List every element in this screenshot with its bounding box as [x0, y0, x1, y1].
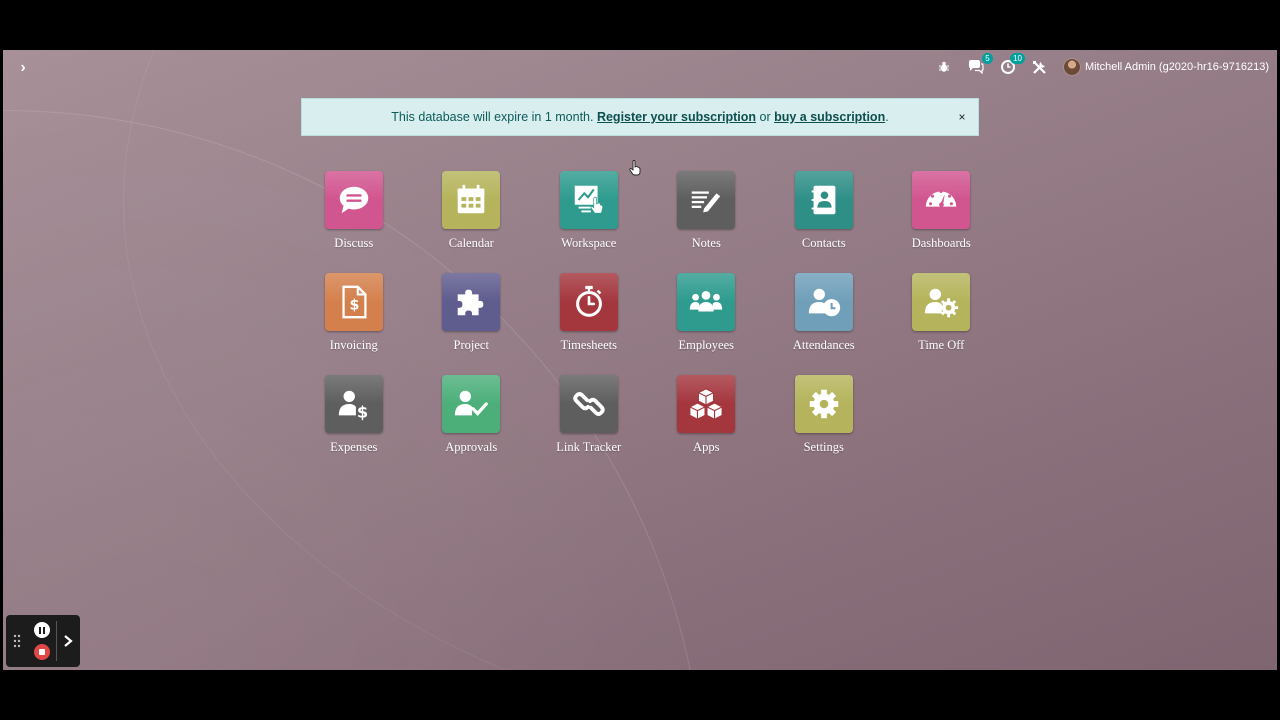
- app-icon-tile: [794, 375, 853, 433]
- avatar: [1062, 58, 1081, 76]
- app-attendances[interactable]: Attendances: [765, 273, 883, 359]
- debug-bug-icon[interactable]: [931, 56, 957, 78]
- app-icon-tile: [912, 273, 971, 331]
- app-icon-tile: $: [324, 375, 383, 433]
- app-icon-tile: [559, 273, 618, 331]
- app-label: Link Tracker: [556, 440, 622, 454]
- app-label: Approvals: [445, 440, 498, 454]
- alert-text-after: .: [885, 110, 889, 124]
- app-settings[interactable]: Settings: [765, 375, 883, 461]
- people-group-icon: [690, 290, 723, 312]
- app-label: Settings: [803, 440, 844, 454]
- calendar-icon: [457, 184, 485, 214]
- stopwatch-icon: [575, 285, 602, 317]
- pause-icon[interactable]: [34, 622, 50, 638]
- app-label: Timesheets: [560, 338, 618, 352]
- app-icon-tile: [677, 375, 736, 433]
- app-icon-tile: [442, 273, 501, 331]
- app-icon-tile: [442, 171, 501, 229]
- app-icon-tile: [559, 171, 618, 229]
- app-expenses[interactable]: $ Expenses: [295, 375, 413, 461]
- cubes-icon: [689, 388, 723, 420]
- link-chain-icon: [573, 392, 605, 416]
- app-label: Calendar: [448, 236, 494, 250]
- app-label: Employees: [678, 338, 735, 352]
- app-approvals[interactable]: Approvals: [413, 375, 531, 461]
- user-gear-icon: [925, 288, 959, 318]
- app-workspace[interactable]: Workspace: [530, 171, 648, 257]
- systray: 5 10 Mitchell Admin (g2020-hr16-9716213): [925, 53, 1269, 78]
- app-label: Time Off: [918, 338, 965, 352]
- app-label: Project: [453, 338, 489, 352]
- hand-cursor-icon: [629, 160, 641, 181]
- alert-text-middle: or: [756, 110, 775, 124]
- user-clock-icon: [808, 288, 840, 317]
- workspace-board-icon: [574, 185, 603, 214]
- app-icon-tile: [559, 375, 618, 433]
- app-project[interactable]: Project: [413, 273, 531, 359]
- app-contacts[interactable]: Contacts: [765, 171, 883, 257]
- user-dollar-icon: $: [338, 390, 368, 421]
- app-label: Contacts: [801, 236, 846, 250]
- app-invoicing[interactable]: $ Invoicing: [295, 273, 413, 359]
- notes-pencil-icon: [692, 191, 721, 213]
- svg-text:$: $: [349, 298, 359, 314]
- app-dashboards[interactable]: Dashboards: [883, 171, 1001, 257]
- messages-count-badge: 5: [981, 53, 993, 64]
- alert-text-before: This database will expire in 1 month.: [391, 110, 597, 124]
- app-link-tracker[interactable]: Link Tracker: [530, 375, 648, 461]
- app-icon-tile: [677, 171, 736, 229]
- app-time-off[interactable]: Time Off: [883, 273, 1001, 359]
- puzzle-icon: [457, 289, 484, 316]
- app-calendar[interactable]: Calendar: [413, 171, 531, 257]
- app-icon-tile: [324, 171, 383, 229]
- app-label: Dashboards: [911, 236, 971, 250]
- app-label: Attendances: [792, 338, 855, 352]
- app-icon-tile: [794, 171, 853, 229]
- address-book-icon: [811, 185, 836, 215]
- app-label: Discuss: [334, 236, 374, 250]
- gear-icon: [809, 389, 838, 419]
- user-menu[interactable]: Mitchell Admin (g2020-hr16-9716213): [1062, 58, 1269, 76]
- chevron-right-icon[interactable]: [57, 634, 79, 648]
- app-apps[interactable]: Apps: [648, 375, 766, 461]
- close-icon[interactable]: ×: [954, 108, 970, 126]
- screen-recorder-widget: [6, 615, 80, 667]
- subscription-expiry-alert: This database will expire in 1 month. Re…: [301, 98, 979, 136]
- register-subscription-link[interactable]: Register your subscription: [597, 110, 756, 124]
- activities-count-badge: 10: [1010, 53, 1025, 64]
- app-employees[interactable]: Employees: [648, 273, 766, 359]
- app-label: Expenses: [330, 440, 378, 454]
- svg-text:$: $: [357, 402, 368, 421]
- app-icon-tile: $: [324, 273, 383, 331]
- app-icon-tile: [794, 273, 853, 331]
- user-name: Mitchell Admin (g2020-hr16-9716213): [1084, 61, 1269, 73]
- app-icon-tile: [442, 375, 501, 433]
- app-label: Notes: [691, 236, 721, 250]
- odoo-home-screen: › 5 10 Mitchell Admin (g2020-hr16-971621…: [3, 50, 1277, 670]
- app-timesheets[interactable]: Timesheets: [530, 273, 648, 359]
- app-notes[interactable]: Notes: [648, 171, 766, 257]
- user-check-icon: [455, 390, 489, 416]
- gauge-icon: [926, 189, 957, 208]
- stop-icon[interactable]: [34, 644, 50, 660]
- app-discuss[interactable]: Discuss: [295, 171, 413, 257]
- app-icon-tile: [677, 273, 736, 331]
- menu-toggle-chevron-icon[interactable]: ›: [13, 58, 33, 78]
- drag-handle-icon[interactable]: [6, 634, 28, 648]
- app-icon-tile: [912, 171, 971, 229]
- chat-bubble-icon: [339, 186, 368, 214]
- studio-tools-icon[interactable]: [1027, 56, 1053, 78]
- app-label: Invoicing: [329, 338, 378, 352]
- messages-chat-icon[interactable]: 5: [963, 53, 993, 78]
- recorder-controls: [28, 622, 56, 660]
- app-label: Apps: [693, 440, 720, 454]
- app-label: Workspace: [561, 236, 617, 250]
- activities-clock-icon[interactable]: 10: [995, 53, 1025, 78]
- apps-grid: Discuss Calendar Workspace Notes Contact…: [295, 171, 1015, 461]
- buy-subscription-link[interactable]: buy a subscription: [774, 110, 885, 124]
- invoice-dollar-icon: $: [342, 285, 367, 319]
